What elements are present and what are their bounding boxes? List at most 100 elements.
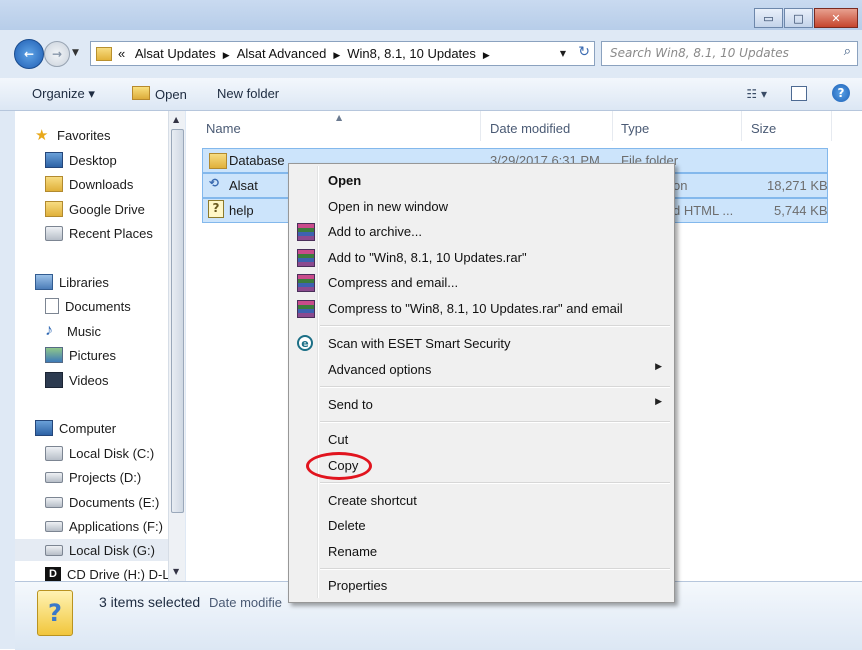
nav-desktop[interactable]: Desktop: [45, 149, 117, 171]
organize-button[interactable]: Organize ▾: [32, 86, 95, 102]
menu-item-delete[interactable]: Delete: [291, 514, 672, 538]
nav-label: Documents: [65, 298, 131, 314]
date-modified-label: Date modifie: [209, 595, 282, 610]
breadcrumb-overflow[interactable]: «: [118, 46, 125, 61]
scroll-thumb[interactable]: [171, 129, 184, 513]
nav-label: Desktop: [69, 152, 117, 168]
menu-item-create-shortcut[interactable]: Create shortcut: [291, 489, 672, 513]
help-icon[interactable]: ?: [832, 84, 850, 102]
nav-computer[interactable]: Computer: [35, 417, 116, 439]
column-divider[interactable]: [480, 111, 481, 141]
refresh-icon[interactable]: ↻: [578, 44, 590, 60]
scroll-down-arrow-icon[interactable]: ▼: [173, 567, 179, 576]
column-header-name[interactable]: Name: [206, 121, 241, 136]
back-button[interactable]: ←: [14, 39, 44, 69]
nav-drive-e[interactable]: Documents (E:): [45, 491, 159, 513]
nav-label: Projects (D:): [69, 469, 142, 485]
breadcrumb-alsat-updates[interactable]: Alsat Updates: [135, 46, 216, 61]
minimize-button[interactable]: ▭: [754, 8, 783, 28]
nav-scrollbar[interactable]: ▲ ▼: [168, 111, 185, 581]
menu-item-open-new-window[interactable]: Open in new window: [291, 195, 672, 219]
nav-favorites[interactable]: ★ Favorites: [35, 124, 110, 146]
menu-item-open[interactable]: Open: [291, 169, 672, 193]
drive-icon: [45, 496, 63, 508]
drive-icon: [45, 544, 63, 556]
menu-item-compress-email[interactable]: Compress and email...: [291, 271, 672, 295]
nav-pictures[interactable]: Pictures: [45, 344, 116, 366]
system-drive-icon: [45, 445, 63, 461]
nav-drive-f[interactable]: Applications (F:): [45, 515, 163, 537]
downloads-folder-icon: [45, 176, 63, 192]
nav-label: Music: [67, 323, 101, 339]
menu-item-label: Add to "Win8, 8.1, 10 Updates.rar": [328, 250, 527, 265]
menu-item-label: Properties: [328, 578, 388, 593]
nav-drive-d[interactable]: Projects (D:): [45, 466, 141, 488]
nav-libraries[interactable]: Libraries: [35, 271, 109, 293]
search-icon[interactable]: ⌕: [844, 44, 851, 59]
new-folder-button[interactable]: New folder: [217, 86, 279, 101]
menu-item-label: Add to archive...: [328, 224, 422, 239]
column-header-size[interactable]: Size: [751, 121, 776, 136]
menu-separator: [320, 421, 670, 423]
file-name: help: [229, 203, 254, 218]
winrar-icon: [297, 249, 315, 267]
address-dropdown-icon[interactable]: ▼: [560, 49, 566, 58]
menu-separator: [320, 325, 670, 327]
folder-icon: [96, 46, 112, 61]
nav-drive-c[interactable]: Local Disk (C:): [45, 442, 154, 464]
menu-item-label: Cut: [328, 432, 349, 447]
menu-item-send-to[interactable]: Send to ▶: [291, 393, 672, 417]
eset-icon: e: [297, 335, 313, 351]
menu-item-add-to-rar[interactable]: Add to "Win8, 8.1, 10 Updates.rar": [291, 246, 672, 270]
nav-drive-g[interactable]: Local Disk (G:): [15, 539, 183, 561]
pictures-icon: [45, 347, 63, 363]
menu-item-label: Open: [328, 173, 362, 188]
nav-drive-h[interactable]: D CD Drive (H:) D-L: [45, 563, 170, 581]
breadcrumb-arrow-icon[interactable]: ▶: [333, 50, 340, 60]
winrar-icon: [297, 300, 315, 318]
menu-item-advanced-options[interactable]: Advanced options ▶: [291, 358, 672, 382]
breadcrumb-arrow-icon[interactable]: ▶: [483, 50, 490, 60]
folder-icon: [132, 86, 150, 100]
copy-highlight-circle: [306, 452, 372, 480]
menu-item-label: Open in new window: [328, 199, 448, 214]
file-name: Alsat: [229, 178, 258, 193]
change-view-icon[interactable]: ☷ ▾: [746, 87, 767, 101]
nav-videos[interactable]: Videos: [45, 369, 109, 391]
forward-button[interactable]: →: [44, 41, 70, 67]
column-divider[interactable]: [741, 111, 742, 141]
recent-pages-dropdown-icon[interactable]: ▼: [72, 48, 79, 58]
menu-item-add-to-archive[interactable]: Add to archive...: [291, 220, 672, 244]
menu-item-scan-eset[interactable]: e Scan with ESET Smart Security: [291, 332, 672, 356]
nav-label: Computer: [59, 420, 117, 436]
sort-ascending-icon: ▲: [336, 113, 343, 122]
menu-item-properties[interactable]: Properties: [291, 574, 672, 598]
nav-documents-library[interactable]: Documents: [45, 295, 131, 317]
breadcrumb-alsat-advanced[interactable]: Alsat Advanced: [237, 46, 327, 61]
nav-recent-places[interactable]: Recent Places: [45, 222, 153, 244]
nav-label: Documents (E:): [69, 494, 160, 510]
submenu-arrow-icon: ▶: [655, 362, 662, 372]
open-button[interactable]: Open: [132, 86, 187, 102]
column-header-date-modified[interactable]: Date modified: [490, 121, 570, 136]
close-button[interactable]: ✕: [814, 8, 858, 28]
address-bar[interactable]: « Alsat Updates ▶ Alsat Advanced ▶ Win8, 8.1…: [90, 41, 595, 66]
preview-pane-icon[interactable]: [791, 86, 807, 101]
menu-item-compress-rar-email[interactable]: Compress to "Win8, 8.1, 10 Updates.rar" …: [291, 297, 672, 321]
nav-downloads[interactable]: Downloads: [45, 173, 133, 195]
nav-google-drive[interactable]: Google Drive: [45, 198, 145, 220]
navigation-row: ← → ▼ « Alsat Updates ▶ Alsat Advanced ▶ Win…: [0, 36, 862, 72]
column-divider[interactable]: [831, 111, 832, 141]
column-header-type[interactable]: Type: [621, 121, 649, 136]
maximize-button[interactable]: □: [784, 8, 813, 28]
search-input[interactable]: Search Win8, 8.1, 10 Updates ⌕: [601, 41, 858, 66]
nav-music[interactable]: ♪ Music: [45, 320, 101, 342]
title-bar[interactable]: ▭ □ ✕: [0, 0, 862, 30]
menu-item-rename[interactable]: Rename: [291, 540, 672, 564]
search-placeholder: Search Win8, 8.1, 10 Updates: [610, 46, 789, 60]
breadcrumb-arrow-icon[interactable]: ▶: [223, 50, 230, 60]
breadcrumb-win8-updates[interactable]: Win8, 8.1, 10 Updates: [347, 46, 476, 61]
column-divider[interactable]: [612, 111, 613, 141]
scroll-up-arrow-icon[interactable]: ▲: [173, 115, 179, 124]
menu-item-cut[interactable]: Cut: [291, 428, 672, 452]
